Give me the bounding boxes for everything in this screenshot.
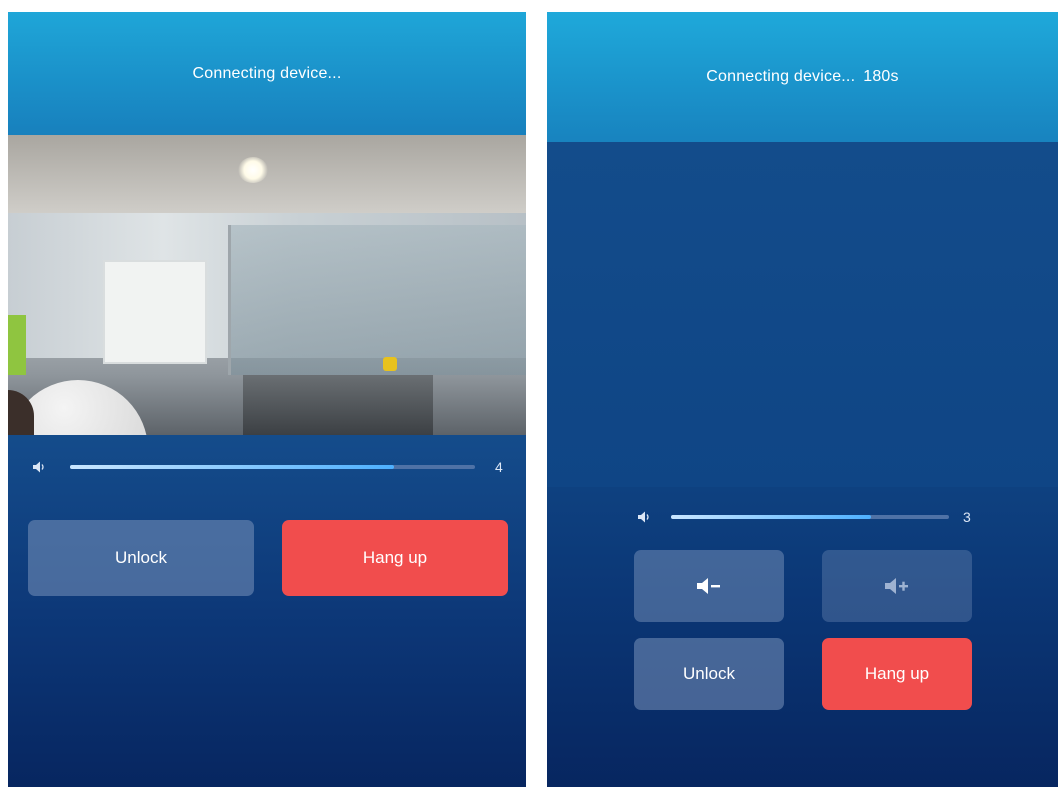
call-screen-audio: Connecting device... 180s 3 Unlock Hang … (547, 12, 1058, 787)
camera-video-feed (8, 135, 526, 435)
volume-slider[interactable] (671, 515, 949, 519)
call-screen-video: Connecting device... 4 Unlock Hang up (8, 12, 526, 787)
hang-up-button[interactable]: Hang up (822, 638, 972, 710)
call-header: Connecting device... (8, 12, 526, 135)
call-countdown: 180s (863, 68, 899, 85)
call-status-title: Connecting device... (192, 64, 342, 82)
unlock-button[interactable]: Unlock (28, 520, 254, 596)
volume-down-icon (697, 578, 720, 594)
video-area-empty (547, 142, 1058, 487)
volume-level: 4 (495, 459, 503, 475)
volume-control: 4 (32, 459, 512, 475)
volume-slider-fill (671, 515, 872, 519)
volume-control: 3 (637, 509, 977, 525)
volume-slider-fill (70, 465, 394, 469)
volume-level: 3 (963, 509, 971, 525)
volume-slider[interactable] (70, 465, 475, 469)
call-header: Connecting device... 180s (547, 12, 1058, 142)
volume-up-button[interactable] (822, 550, 972, 622)
hang-up-button[interactable]: Hang up (282, 520, 508, 596)
speaker-icon (33, 461, 44, 473)
unlock-button[interactable]: Unlock (634, 638, 784, 710)
call-status-title: Connecting device... (706, 68, 856, 85)
volume-up-icon (885, 578, 908, 594)
volume-down-button[interactable] (634, 550, 784, 622)
speaker-icon (638, 511, 649, 523)
